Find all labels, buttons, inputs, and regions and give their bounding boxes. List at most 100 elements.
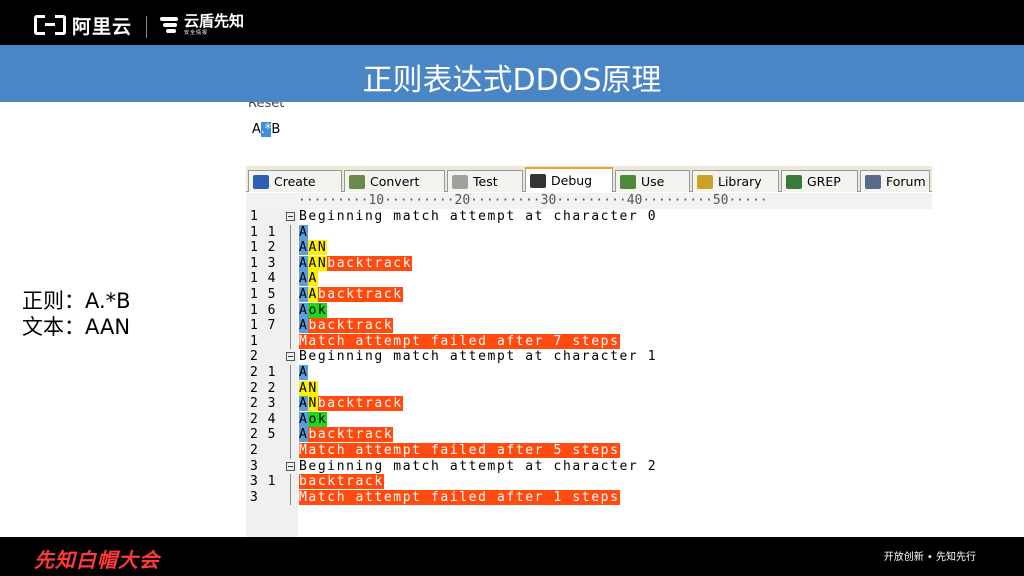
highlight-blue: A: [299, 224, 309, 240]
tab-grep[interactable]: GREP: [781, 170, 858, 192]
debug-line-text: ANbacktrack: [299, 396, 403, 412]
aliyun-logo-text: 阿里云: [72, 15, 133, 38]
debug-line-text: Beginning match attempt at character 0: [299, 209, 657, 225]
tab-library[interactable]: Library: [692, 170, 779, 192]
tab-create[interactable]: Create: [248, 170, 342, 192]
debug-step-line: 1 2 AAN: [246, 240, 932, 256]
highlight-red: Match attempt failed after 1 steps: [299, 489, 620, 505]
debug-line-text: Beginning match attempt at character 2: [299, 459, 657, 475]
collapse-toggle-icon[interactable]: [286, 212, 295, 221]
debug-attempt-header: 2 Beginning match attempt at character 1: [246, 349, 932, 365]
highlight-red: backtrack: [299, 474, 384, 490]
tab-test[interactable]: Test: [447, 170, 523, 192]
highlight-yellow: N: [308, 396, 318, 412]
highlight-red: backtrack: [308, 318, 394, 334]
debug-line-text: A: [299, 224, 309, 241]
highlight-yellow: AN: [308, 240, 328, 256]
debug-step-line: 1 5 AAbacktrack: [246, 287, 932, 303]
yundun-logo-text: 云盾先知: [184, 12, 245, 30]
tree-connector: [286, 302, 298, 319]
convert-icon: [349, 174, 365, 189]
debug-line-text: Match attempt failed after 1 steps: [299, 489, 620, 506]
regex-caption: 正则：A.*B 文本：AAN: [22, 288, 131, 340]
title-band: 正则表达式DDOS原理: [0, 45, 1024, 102]
highlight-red: Match attempt failed after 5 steps: [299, 443, 620, 458]
tree-connector: [286, 333, 298, 350]
debug-step-line: 2 5 Abacktrack: [246, 427, 932, 443]
footer-brand: 先知白帽大会: [34, 548, 160, 572]
tab-label: Use: [641, 174, 665, 189]
highlight-yellow: A: [308, 287, 318, 302]
slide-title: 正则表达式DDOS原理: [362, 63, 662, 98]
tree-connector: [286, 411, 298, 428]
debug-step-line: 1 1A: [246, 224, 932, 241]
tab-label: Debug: [551, 173, 593, 188]
debug-line-text: Aok: [299, 302, 328, 319]
tree-connector: [286, 271, 298, 287]
debug-line-text: AA: [299, 271, 318, 287]
panel-gap: [246, 144, 932, 166]
debug-attempt-header: 1 Beginning match attempt at character 0: [246, 209, 932, 225]
grep-icon: [786, 174, 802, 189]
yundun-logo: 云盾先知 安全情报: [158, 14, 244, 36]
tree-connector: [286, 443, 298, 459]
debug-line-text: AANbacktrack: [299, 255, 413, 272]
plain-text: Beginning match attempt at character 0: [299, 209, 658, 224]
debug-line-text: Match attempt failed after 5 steps: [299, 443, 620, 459]
tree-connector: [286, 224, 298, 241]
tree-connector: [286, 489, 298, 506]
tree-connector: [286, 427, 298, 443]
caption-text: 文本：AAN: [22, 315, 131, 339]
highlight-red: backtrack: [317, 396, 403, 412]
collapse-toggle-icon[interactable]: [286, 461, 295, 471]
tab-label: Forum: [886, 174, 926, 189]
yundun-wave-icon: [158, 15, 180, 35]
debug-line-text: backtrack: [299, 474, 384, 490]
debug-line-text: Match attempt failed after 7 steps: [299, 333, 620, 350]
tab-label: GREP: [807, 174, 841, 189]
highlight-red: Match attempt failed after 7 steps: [299, 333, 620, 349]
regex-input[interactable]: A.*B: [252, 122, 280, 137]
highlight-yellow: AN: [308, 255, 328, 271]
tree-connector: [286, 474, 298, 490]
debug-step-line: 1 4 AA: [246, 271, 932, 287]
highlight-red: backtrack: [317, 287, 403, 302]
debug-line-text: AAbacktrack: [299, 287, 403, 303]
bottom-footer-bar: 先知白帽大会 开放创新 • 先知先行: [0, 537, 1024, 576]
tab-debug[interactable]: Debug: [525, 167, 613, 192]
library-icon: [697, 174, 713, 189]
column-ruler: ·········10·········20·········30·······…: [246, 193, 932, 209]
highlight-red: backtrack: [327, 255, 413, 271]
yundun-logo-subtext: 安全情报: [184, 30, 209, 36]
highlight-green: ok: [308, 302, 328, 318]
tree-connector: [286, 380, 298, 397]
debug-step-line: 2 2 AN: [246, 380, 932, 397]
tab-forum[interactable]: Forum: [860, 170, 930, 192]
reset-button[interactable]: Reset: [248, 102, 284, 111]
tab-convert[interactable]: Convert: [344, 170, 445, 192]
tab-use[interactable]: Use: [615, 170, 690, 192]
debug-attempt-header: 3 Beginning match attempt at character 2: [246, 459, 932, 475]
forum-icon: [865, 174, 881, 189]
debug-step-line: 1 3 AANbacktrack: [246, 255, 932, 272]
regex-selected-part: .*: [260, 122, 272, 137]
collapse-toggle-icon[interactable]: [286, 352, 295, 362]
debug-line-text: Abacktrack: [299, 427, 394, 443]
tab-label: Library: [718, 174, 762, 189]
plain-text: Beginning match attempt at character 2: [299, 458, 658, 474]
regexbuddy-screenshot: Reset A.*B Create Convert Test Debug Use Libr…: [246, 102, 932, 537]
debug-line-text: AN: [299, 380, 318, 397]
debug-step-line: 3 1 backtrack: [246, 474, 932, 490]
highlight-green: ok: [308, 411, 328, 427]
debug-line-text: A: [299, 365, 309, 381]
debug-step-line: 2 4 Aok: [246, 411, 932, 428]
regex-part-before: A: [252, 122, 261, 137]
test-icon: [452, 174, 468, 189]
debug-step-line: 1 Match attempt failed after 7 steps: [246, 333, 932, 350]
tree-connector: [286, 318, 298, 334]
debug-icon: [530, 173, 546, 188]
debug-step-line: 1 7 Abacktrack: [246, 318, 932, 334]
debug-line-text: Beginning match attempt at character 1: [299, 349, 657, 365]
debug-step-line: 2 Match attempt failed after 5 steps: [246, 443, 932, 459]
logo-divider: [146, 16, 147, 38]
